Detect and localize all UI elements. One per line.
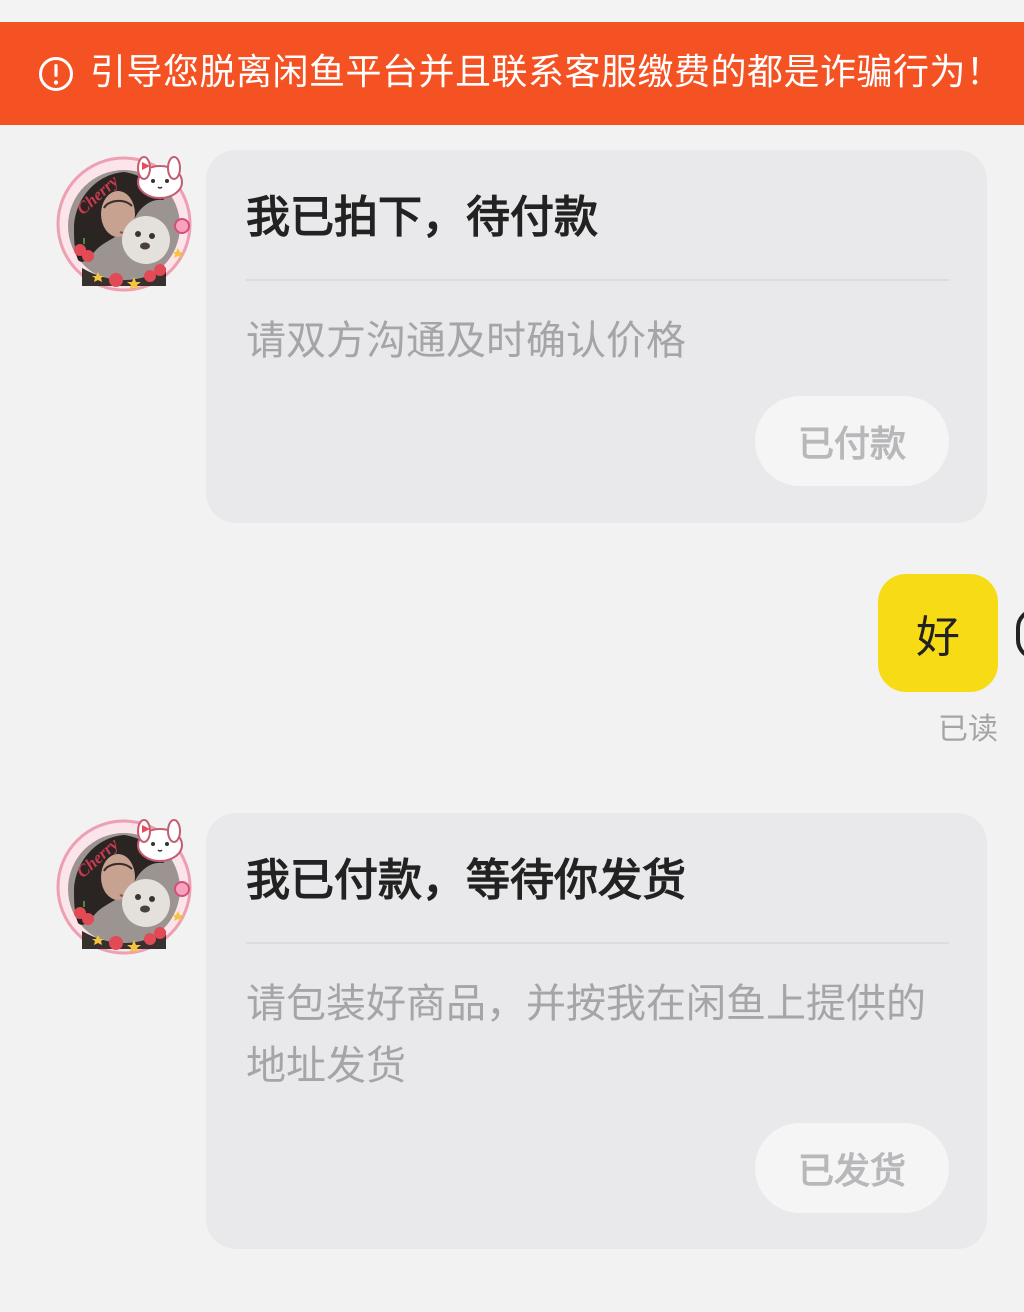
my-message-bubble[interactable]: 好 [878, 574, 998, 692]
card-title: 我已付款，等待你发货 [246, 855, 686, 906]
card-description: 请包装好商品，并按我在闲鱼上提供的地址发货 [246, 981, 926, 1089]
paid-button[interactable]: 已付款 [755, 396, 949, 486]
shipped-button[interactable]: 已发货 [755, 1123, 949, 1213]
alert-circle-icon [39, 57, 73, 91]
fraud-warning-banner[interactable]: 引导您脱离闲鱼平台并且联系客服缴费的都是诈骗行为！ [0, 22, 1024, 125]
order-card-placed: 我已拍下，待付款 请双方沟通及时确认价格 已付款 [206, 150, 987, 523]
status-strip [0, 0, 1024, 22]
card-description: 请双方沟通及时确认价格 [246, 318, 686, 364]
card-divider [246, 279, 949, 281]
read-status: 已读 [938, 712, 998, 747]
card-divider [246, 942, 949, 944]
warning-text: 引导您脱离闲鱼平台并且联系客服缴费的都是诈骗行为！ [90, 52, 1003, 93]
order-card-paid: 我已付款，等待你发货 请包装好商品，并按我在闲鱼上提供的地址发货 已发货 [206, 813, 987, 1249]
card-title: 我已拍下，待付款 [246, 192, 598, 243]
seller-avatar[interactable]: Cherry [54, 815, 194, 955]
seller-avatar[interactable]: Cherry [54, 152, 194, 292]
my-avatar[interactable] [1016, 608, 1024, 660]
